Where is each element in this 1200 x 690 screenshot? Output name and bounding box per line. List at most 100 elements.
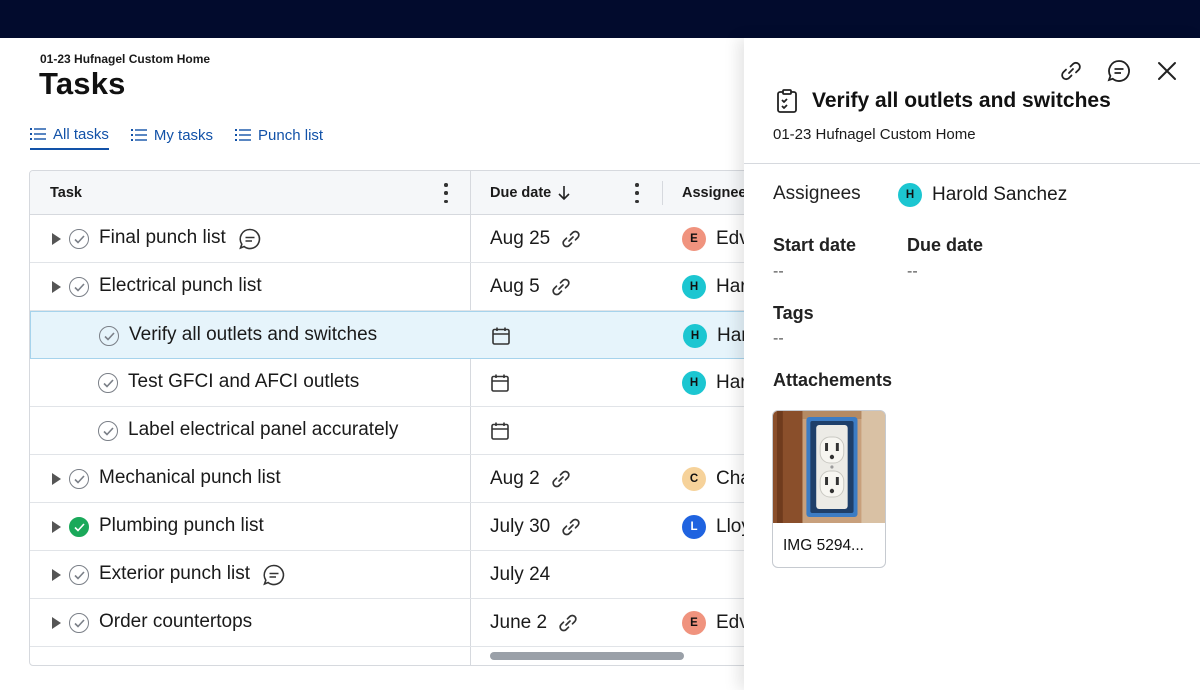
tab-my-tasks[interactable]: My tasks: [130, 120, 214, 150]
expand-caret-icon[interactable]: [52, 473, 61, 485]
calendar-icon[interactable]: [491, 326, 511, 346]
avatar: H: [683, 324, 707, 348]
table-row[interactable]: Plumbing punch list July 30 L Lloy: [30, 503, 744, 551]
tags-value[interactable]: --: [773, 330, 784, 348]
check-circle-icon[interactable]: [98, 373, 118, 393]
close-icon[interactable]: [1154, 58, 1180, 84]
table-row[interactable]: Electrical punch list Aug 5 H Har: [30, 263, 744, 311]
task-cell: Electrical punch list: [30, 263, 470, 311]
list-icon: [235, 129, 252, 141]
check-circle-icon[interactable]: [69, 565, 89, 585]
table-row[interactable]: Verify all outlets and switches H Har: [30, 311, 744, 359]
attachments-label: Attachements: [773, 370, 893, 390]
check-circle-icon[interactable]: [69, 469, 89, 489]
start-date-label: Start date: [773, 235, 857, 255]
avatar: H: [682, 371, 706, 395]
link-icon[interactable]: [560, 516, 582, 538]
check-circle-icon[interactable]: [69, 613, 89, 633]
copy-link-icon[interactable]: [1058, 58, 1084, 84]
check-circle-icon[interactable]: [69, 277, 89, 297]
task-cell: Label electrical panel accurately: [30, 407, 470, 455]
column-header-due-date[interactable]: Due date: [490, 171, 571, 215]
list-icon: [130, 129, 147, 141]
link-icon[interactable]: [560, 228, 582, 250]
tab-all-tasks[interactable]: All tasks: [30, 120, 109, 150]
horizontal-scrollbar[interactable]: [490, 652, 684, 660]
tab-label: My tasks: [153, 126, 214, 144]
task-name[interactable]: Mechanical punch list: [99, 467, 281, 489]
check-circle-icon[interactable]: [69, 229, 89, 249]
comment-icon[interactable]: [262, 563, 286, 587]
due-date-text[interactable]: Aug 25: [490, 228, 550, 250]
comment-icon[interactable]: [1106, 58, 1132, 84]
task-column-menu-icon[interactable]: [443, 183, 449, 203]
due-date-text[interactable]: Aug 5: [490, 276, 540, 298]
table-row[interactable]: Mechanical punch list Aug 2 C Cha: [30, 455, 744, 503]
task-name[interactable]: Plumbing punch list: [99, 515, 264, 537]
expand-caret-icon[interactable]: [52, 233, 61, 245]
table-row[interactable]: Exterior punch list July 24: [30, 551, 744, 599]
task-cell: Exterior punch list: [30, 551, 470, 599]
task-cell: Final punch list: [30, 215, 470, 263]
table-row[interactable]: Label electrical panel accurately: [30, 407, 744, 455]
task-name[interactable]: Label electrical panel accurately: [128, 419, 398, 441]
avatar: H: [682, 275, 706, 299]
start-date-value[interactable]: --: [773, 263, 784, 281]
panel-task-title: Verify all outlets and switches: [812, 89, 1111, 112]
assignee-cell[interactable]: H Har: [683, 312, 744, 360]
top-navigation-bar: [0, 0, 1200, 38]
due-date-text[interactable]: June 2: [490, 612, 547, 634]
check-circle-icon[interactable]: [98, 421, 118, 441]
due-date-value[interactable]: --: [907, 263, 918, 281]
table-row[interactable]: Final punch list Aug 25 E Edv: [30, 215, 744, 263]
attachment-card[interactable]: IMG 5294...: [772, 410, 886, 568]
table-row[interactable]: Test GFCI and AFCI outlets H Har: [30, 359, 744, 407]
task-name[interactable]: Verify all outlets and switches: [129, 324, 377, 346]
task-name[interactable]: Electrical punch list: [99, 275, 262, 297]
column-resize-handle[interactable]: [662, 181, 663, 205]
expand-caret-icon[interactable]: [52, 569, 61, 581]
link-icon[interactable]: [557, 612, 579, 634]
task-cell: Mechanical punch list: [30, 455, 470, 503]
avatar: E: [682, 227, 706, 251]
assignee-cell[interactable]: C Cha: [682, 455, 744, 503]
task-name[interactable]: Order countertops: [99, 611, 252, 633]
panel-divider: [744, 163, 1200, 164]
column-header-task[interactable]: Task: [50, 171, 82, 215]
panel-assignee[interactable]: H Harold Sanchez: [898, 183, 1067, 207]
assignee-cell[interactable]: E Edv: [682, 599, 744, 647]
calendar-icon[interactable]: [490, 421, 510, 441]
assignee-cell[interactable]: H Har: [682, 359, 744, 407]
due-date-cell: July 24: [490, 551, 550, 599]
expand-caret-icon[interactable]: [52, 281, 61, 293]
expand-caret-icon[interactable]: [52, 617, 61, 629]
due-column-menu-icon[interactable]: [634, 183, 640, 203]
expand-caret-icon[interactable]: [52, 521, 61, 533]
link-icon[interactable]: [550, 276, 572, 298]
tab-punch-list[interactable]: Punch list: [235, 120, 323, 150]
due-date-text[interactable]: July 30: [490, 516, 550, 538]
task-name[interactable]: Final punch list: [99, 227, 226, 249]
table-row[interactable]: Order countertops June 2 E Edv: [30, 599, 744, 647]
task-name[interactable]: Exterior punch list: [99, 563, 250, 585]
column-header-label: Due date: [490, 185, 552, 201]
due-date-text[interactable]: Aug 2: [490, 468, 540, 490]
completed-check-icon[interactable]: [69, 517, 89, 537]
assignees-label: Assignees: [773, 183, 861, 204]
assignee-cell[interactable]: E Edv: [682, 215, 744, 263]
comment-icon[interactable]: [238, 227, 262, 251]
check-circle-icon[interactable]: [99, 326, 119, 346]
due-date-text[interactable]: July 24: [490, 564, 550, 586]
assignee-cell[interactable]: H Har: [682, 263, 744, 311]
link-icon[interactable]: [550, 468, 572, 490]
due-date-label: Due date: [907, 235, 984, 255]
task-cell: Verify all outlets and switches: [31, 312, 471, 360]
panel-actions: [1058, 58, 1180, 84]
column-header-assignee[interactable]: Assignee: [682, 171, 744, 215]
avatar: H: [898, 183, 922, 207]
assignee-cell[interactable]: L Lloy: [682, 503, 744, 551]
task-name[interactable]: Test GFCI and AFCI outlets: [128, 371, 359, 393]
calendar-icon[interactable]: [490, 373, 510, 393]
assignee-name: Har: [716, 372, 744, 393]
attachment-filename: IMG 5294...: [783, 537, 864, 554]
